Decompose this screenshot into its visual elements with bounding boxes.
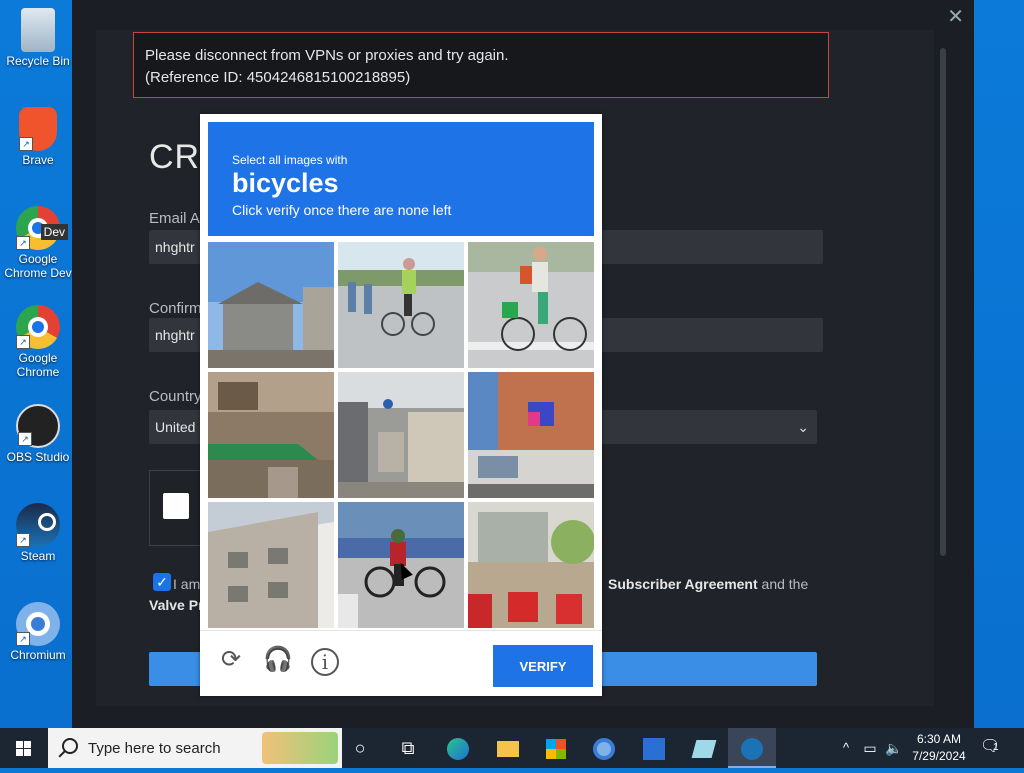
- notification-center-icon[interactable]: 🗨 1: [980, 736, 1002, 758]
- app-taskbar-icon[interactable]: [630, 728, 678, 768]
- captcha-checkbox[interactable]: [163, 493, 189, 519]
- shortcut-arrow-icon: ↗: [16, 335, 30, 349]
- clock-time: 6:30 AM: [916, 732, 962, 746]
- refresh-icon[interactable]: ⟳: [216, 645, 246, 675]
- dev-badge: Dev: [40, 224, 68, 240]
- info-icon[interactable]: i: [311, 648, 339, 676]
- agree-checkbox[interactable]: ✓: [153, 573, 171, 591]
- subscriber-agreement-link[interactable]: Subscriber Agreement: [608, 576, 758, 592]
- verify-button[interactable]: VERIFY: [493, 645, 593, 687]
- audio-challenge-icon[interactable]: 🎧: [263, 645, 293, 675]
- recycle-bin-icon: [21, 8, 55, 52]
- steam-icon: ↗: [16, 503, 60, 547]
- cortana-icon[interactable]: ○: [336, 728, 384, 768]
- clock-date: 7/29/2024: [912, 749, 966, 763]
- desktop-icon-chrome-dev[interactable]: Dev ↗ Google Chrome Dev: [0, 206, 76, 280]
- desktop-icon-chromium[interactable]: ↗ Chromium: [0, 602, 76, 662]
- edge-icon[interactable]: [434, 728, 482, 768]
- challenge-tile-5[interactable]: [338, 372, 464, 498]
- desktop-icon-recycle-bin[interactable]: Recycle Bin: [0, 8, 76, 68]
- chrome-icon: ↗: [16, 305, 60, 349]
- shortcut-arrow-icon: ↗: [16, 632, 30, 646]
- taskbar-search-box[interactable]: Type here to search: [48, 728, 342, 768]
- agree-suffix: and the: [761, 576, 809, 592]
- volume-icon[interactable]: 🔈: [882, 728, 906, 768]
- challenge-tile-4[interactable]: [208, 372, 334, 498]
- error-reference-id: (Reference ID: 4504246815100218895): [145, 69, 411, 86]
- challenge-tile-1[interactable]: [208, 242, 334, 368]
- vpn-error-banner: Please disconnect from VPNs or proxies a…: [133, 32, 829, 98]
- desktop-icon-steam[interactable]: ↗ Steam: [0, 503, 76, 563]
- country-label: Country: [149, 388, 202, 405]
- task-view-icon[interactable]: ⧉: [384, 728, 432, 768]
- taskbar: Type here to search ○ ⧉ ^ ▭ 🔈 6:30 AM 7/…: [0, 728, 1024, 768]
- windows-logo-icon: [16, 741, 31, 756]
- error-message: Please disconnect from VPNs or proxies a…: [145, 47, 509, 64]
- challenge-tile-2[interactable]: [338, 242, 464, 368]
- close-icon[interactable]: ✕: [947, 4, 964, 29]
- shortcut-arrow-icon: ↗: [16, 236, 30, 250]
- file-explorer-icon[interactable]: [484, 728, 532, 768]
- chromium-taskbar-icon[interactable]: [580, 728, 628, 768]
- search-highlight-illustration: [262, 732, 338, 764]
- desktop-icon-obs[interactable]: ↗ OBS Studio: [0, 404, 76, 464]
- shortcut-arrow-icon: ↗: [16, 533, 30, 547]
- page-title: CR: [149, 138, 201, 176]
- agree-line: Subscriber Agreement and the: [608, 576, 808, 592]
- prompt-instruction: Select all images with: [232, 153, 348, 167]
- valve-privacy-link[interactable]: Valve Pr: [149, 597, 204, 613]
- microsoft-store-icon[interactable]: [532, 728, 580, 768]
- prompt-target-word: bicycles: [232, 168, 339, 198]
- challenge-tile-7[interactable]: [208, 502, 334, 628]
- email-label: Email A: [149, 210, 200, 227]
- start-button[interactable]: [0, 728, 48, 768]
- challenge-footer: ⟳ 🎧 i VERIFY: [200, 630, 602, 697]
- search-icon: [62, 738, 78, 754]
- notification-count: 1: [993, 742, 999, 753]
- search-placeholder: Type here to search: [88, 740, 221, 757]
- confirm-email-label: Confirm: [149, 300, 202, 317]
- chrome-dev-icon: Dev ↗: [16, 206, 68, 250]
- captcha-challenge: Select all images with bicycles Click ve…: [200, 114, 602, 696]
- captcha-widget: [149, 470, 207, 546]
- chromium-icon: ↗: [16, 602, 60, 646]
- steam-taskbar-icon[interactable]: [728, 728, 776, 768]
- chevron-down-icon: ⌄: [797, 419, 809, 435]
- desktop-icon-brave[interactable]: ↗ Brave: [0, 107, 76, 167]
- obs-icon: ↗: [16, 404, 60, 448]
- agree-text: I am: [173, 576, 201, 592]
- challenge-tile-6[interactable]: [468, 372, 594, 498]
- desktop-icon-chrome[interactable]: ↗ Google Chrome: [0, 305, 76, 379]
- shortcut-arrow-icon: ↗: [18, 432, 32, 446]
- challenge-prompt: Select all images with bicycles Click ve…: [208, 122, 594, 236]
- shortcut-arrow-icon: ↗: [19, 137, 33, 151]
- challenge-tile-9[interactable]: [468, 502, 594, 628]
- clock[interactable]: 6:30 AM 7/29/2024: [906, 731, 972, 765]
- challenge-tile-3[interactable]: [468, 242, 594, 368]
- brave-icon: ↗: [19, 107, 57, 151]
- network-icon[interactable]: ▭: [858, 728, 882, 768]
- prompt-subtext: Click verify once there are none left: [232, 202, 452, 218]
- notes-taskbar-icon[interactable]: [680, 728, 728, 768]
- chevron-up-icon[interactable]: ^: [834, 728, 858, 768]
- scrollbar[interactable]: [940, 48, 946, 556]
